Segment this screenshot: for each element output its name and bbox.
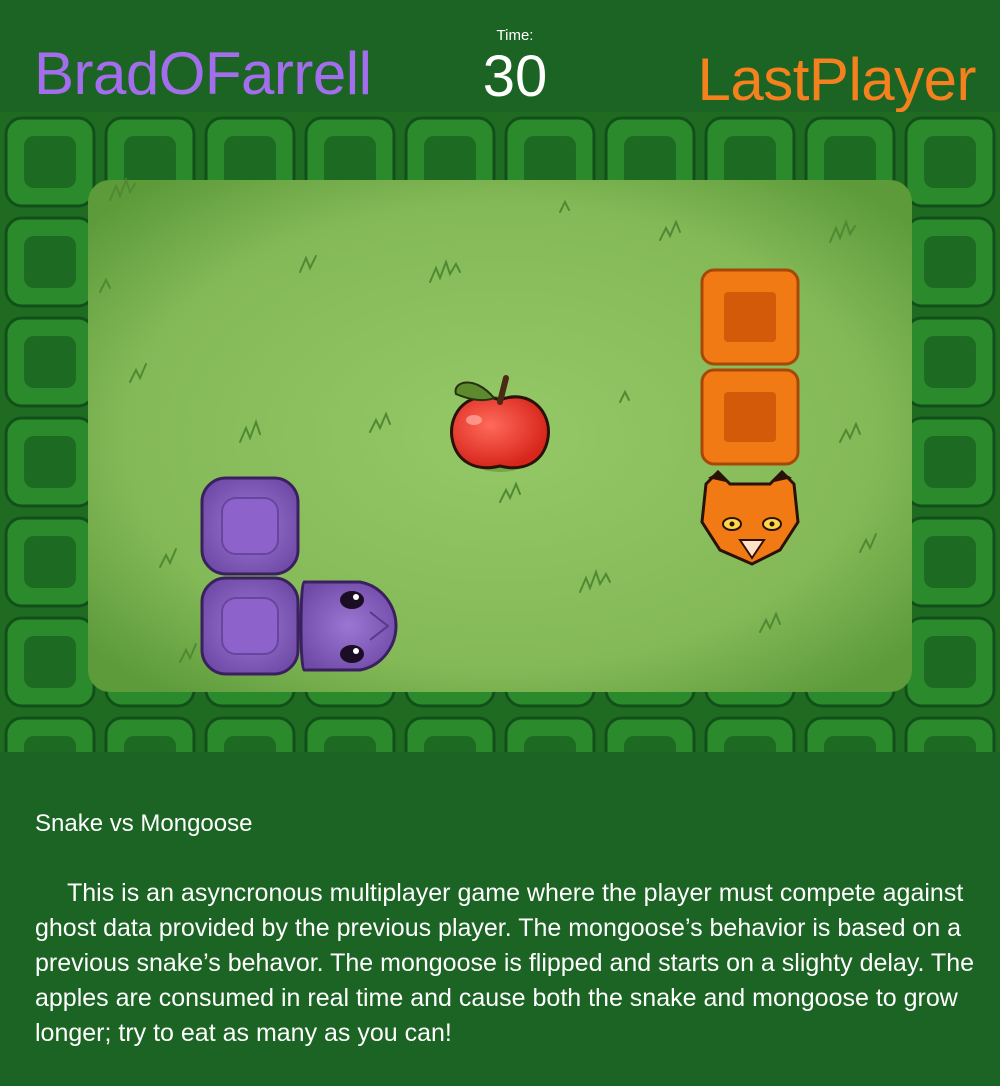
game-board[interactable] [0, 112, 1000, 752]
description-body: This is an asyncronous multiplayer game … [35, 879, 975, 1047]
description-title: Snake vs Mongoose [35, 810, 253, 837]
player-two-name: LastPlayer [697, 46, 977, 113]
mongoose-player-two [700, 268, 800, 566]
timer-label: Time: [496, 27, 534, 44]
snake-head [299, 580, 398, 672]
